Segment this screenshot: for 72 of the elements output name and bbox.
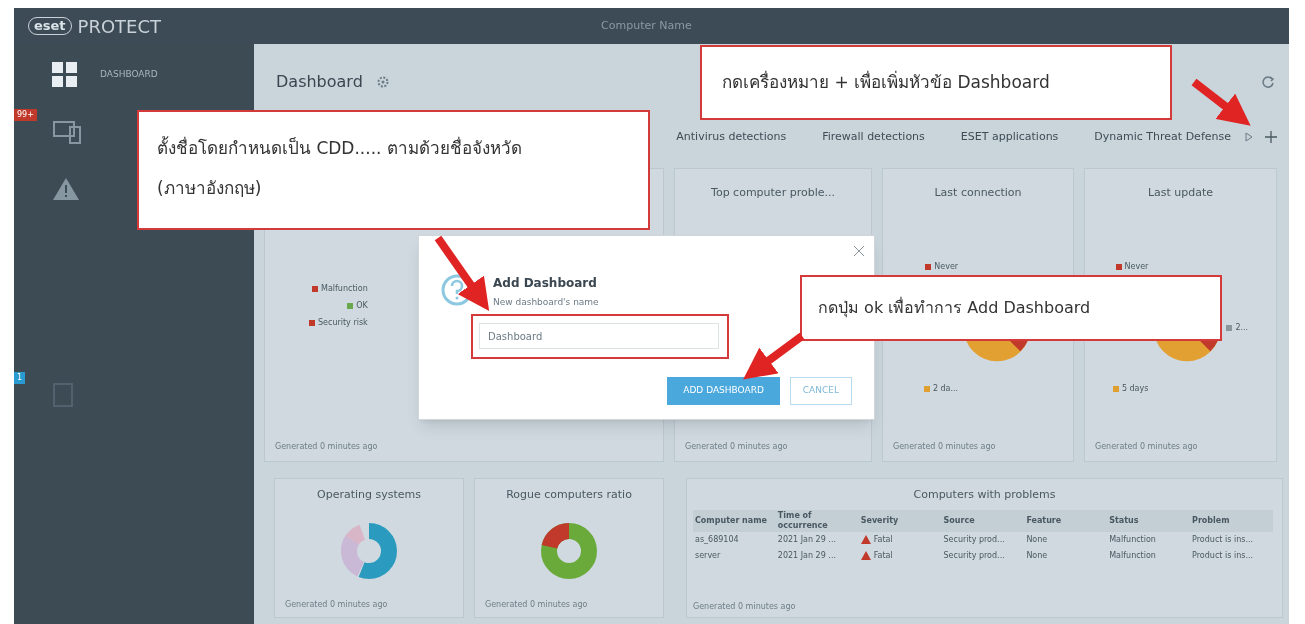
legend-label: Security risk	[318, 317, 368, 329]
annotation-text: กดปุ่ม ok เพื่อทำการ Add Dashboard	[818, 296, 1091, 320]
table-cell: Security prod...	[941, 531, 1025, 548]
add-icon[interactable]	[1265, 131, 1277, 143]
table-cell-text: 2021 Jan 29 ...	[776, 549, 837, 562]
annotation-text: ตั้งชื่อโดยกำหนดเป็น CDD..... ตามด้วยชื่อจังหวัด (ภาษาอังกฤษ)	[157, 135, 523, 200]
dashboard-tab[interactable]: Firewall detections	[822, 128, 925, 146]
table-cell: Product is ins...	[1190, 531, 1273, 548]
table-cell-text: Product is ins...	[1191, 549, 1254, 562]
table-cell: as_689104	[693, 531, 776, 548]
refresh-icon[interactable]	[1261, 75, 1275, 89]
warning-icon	[860, 551, 871, 560]
computer-icon	[52, 119, 82, 145]
dashboard-tab[interactable]: Dynamic Threat Defense	[1094, 128, 1231, 146]
widget-footer: Generated 0 minutes ago	[275, 441, 653, 453]
widget-footer: Generated 0 minutes ago	[1095, 441, 1266, 453]
column-header[interactable]: Computer name	[693, 509, 776, 532]
dialog-title: Add Dashboard	[493, 275, 598, 292]
donut-chart-drawing	[539, 521, 599, 582]
legend-label: Never	[1124, 261, 1149, 273]
close-icon[interactable]	[854, 246, 864, 256]
warning-icon	[52, 177, 80, 201]
grid-icon	[52, 62, 78, 88]
column-header[interactable]: Source	[941, 509, 1025, 532]
add-dashboard-button[interactable]: ADD DASHBOARD	[667, 376, 780, 405]
warning-icon	[860, 535, 871, 544]
widget-title: Top computer proble...	[711, 186, 835, 199]
field-label: New dashboard's name	[493, 296, 599, 309]
dashboard-tab[interactable]: ESET applications	[960, 128, 1059, 146]
widget-footer: Generated 0 minutes ago	[693, 601, 1276, 613]
table-cell: Malfunction	[1107, 531, 1191, 548]
column-header[interactable]: Feature	[1024, 509, 1108, 532]
column-header[interactable]: Time of occurrence	[775, 509, 859, 532]
notification-badge: 1	[14, 372, 26, 384]
severity-label: Fatal	[873, 533, 893, 546]
column-header[interactable]: Severity	[858, 509, 942, 532]
notification-badge: 99+	[14, 109, 37, 121]
widget-title: Last connection	[934, 186, 1022, 199]
legend-label: 5 days	[1121, 383, 1149, 395]
widget-footer: Generated 0 minutes ago	[685, 441, 861, 453]
document-icon	[52, 382, 74, 408]
legend-label: 2 da...	[932, 383, 959, 395]
annotation-text: กดเครื่องหมาย + เพื่อเพิ่มหัวข้อ Dashboard	[722, 69, 1050, 94]
widget-footer: Generated 0 minutes ago	[285, 599, 388, 611]
table-cell: None	[1024, 531, 1108, 548]
legend-label: Malfunction	[321, 283, 368, 295]
widget-title: Computers with problems	[913, 487, 1056, 503]
widget-footer: Generated 0 minutes ago	[485, 599, 588, 611]
search-field[interactable]: Computer Name	[601, 17, 692, 35]
table-cell-text: server	[694, 549, 722, 562]
dashboard-tab[interactable]: Antivirus detections	[676, 128, 787, 146]
widget-footer: Generated 0 minutes ago	[893, 441, 1063, 453]
widget-title: Rogue computers ratio	[506, 487, 632, 503]
legend-label: OK	[356, 300, 368, 312]
name-input[interactable]: Dashboard	[479, 323, 719, 349]
product-name: PROTECT	[77, 14, 162, 39]
table-cell-text: None	[1025, 549, 1049, 562]
widget-title: Last update	[1147, 186, 1214, 199]
table-cell-text: Malfunction	[1108, 549, 1157, 562]
severity-label: Fatal	[873, 549, 893, 562]
table-cell-text: Security prod...	[942, 549, 1006, 562]
widget-title: Operating systems	[317, 487, 421, 503]
column-header[interactable]: Problem	[1190, 509, 1273, 532]
legend-label: Never	[934, 261, 959, 273]
donut-chart-drawing	[339, 521, 399, 582]
page-title: Dashboard	[276, 71, 363, 93]
settings-icon[interactable]	[376, 76, 389, 88]
sidebar-item[interactable]: DASHBOARD	[52, 58, 158, 92]
table-cell: 2021 Jan 29 ...	[775, 531, 859, 548]
legend-label: 2...	[1235, 322, 1249, 334]
column-header[interactable]: Status	[1107, 509, 1191, 532]
scroll-right-icon[interactable]	[1245, 132, 1253, 142]
